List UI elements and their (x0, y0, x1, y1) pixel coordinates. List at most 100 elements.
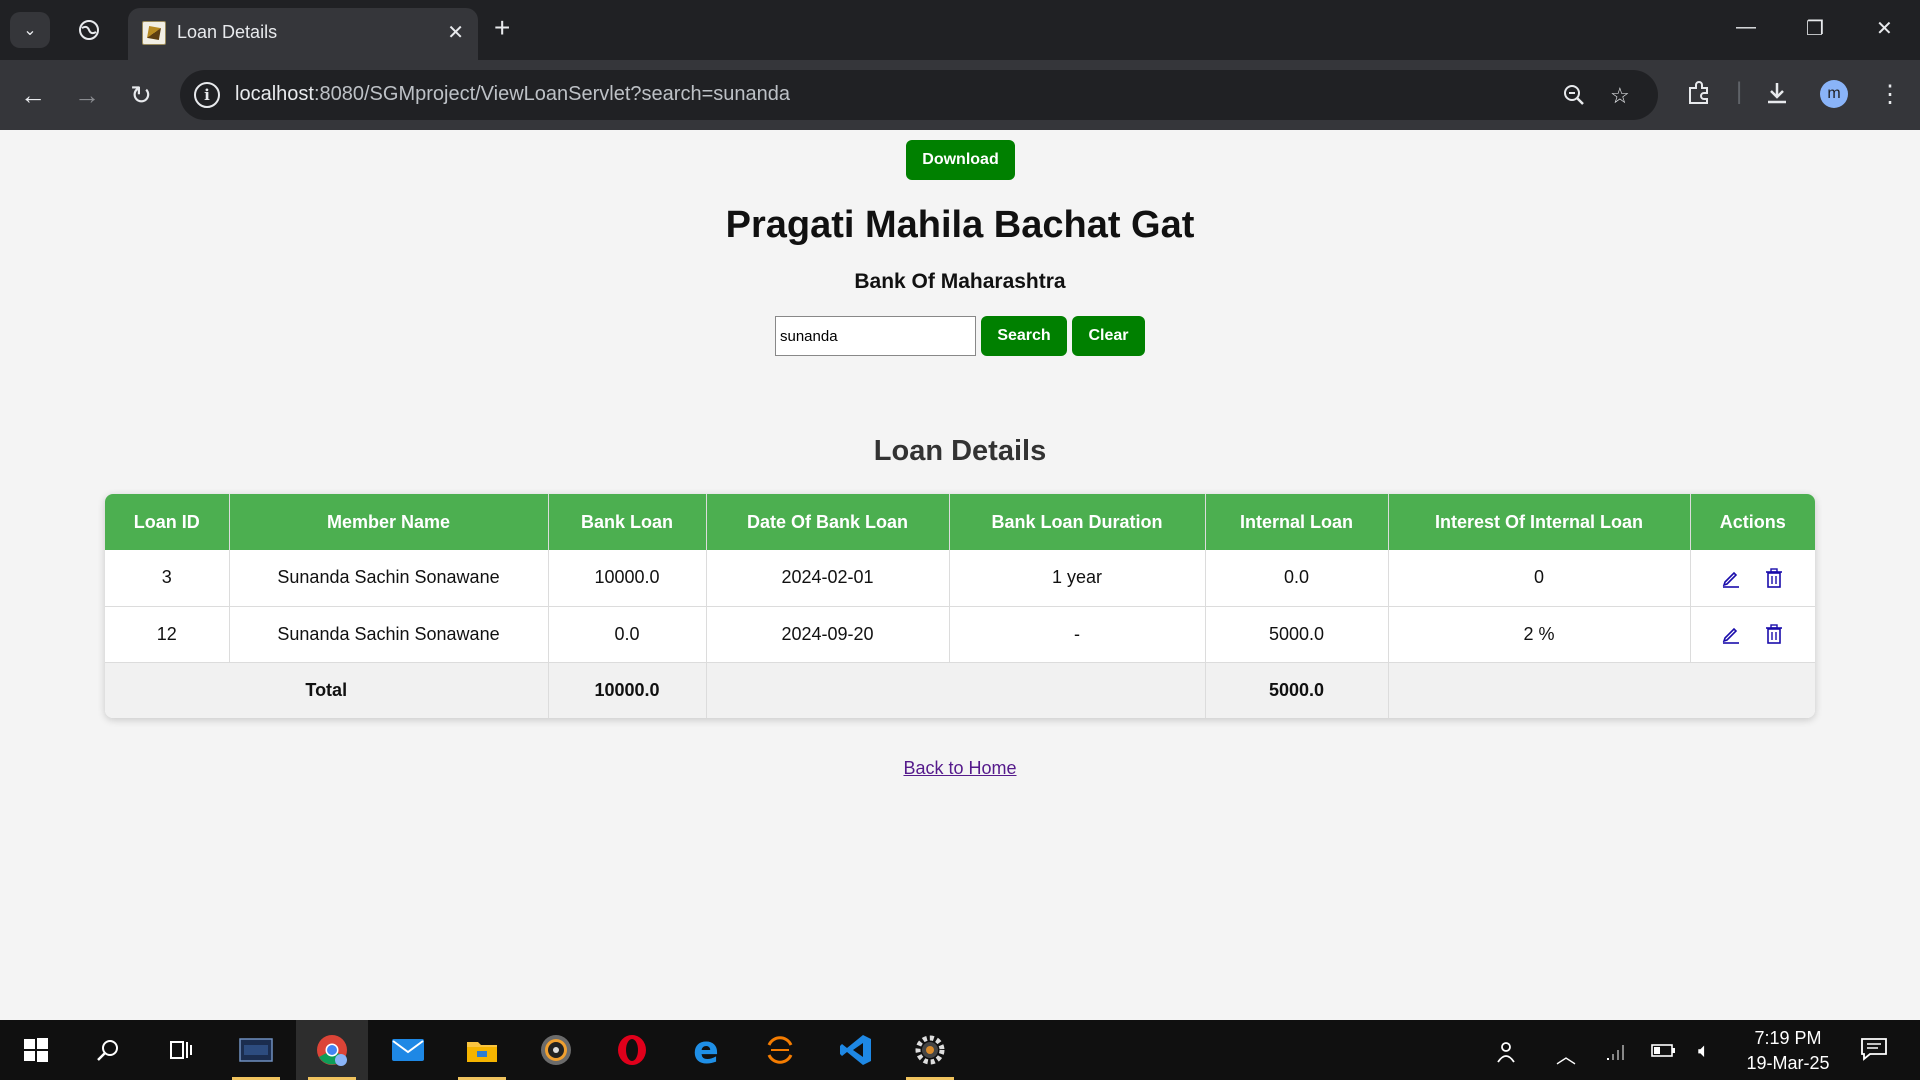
profile-avatar[interactable]: m (1820, 80, 1848, 108)
tab-title: Loan Details (177, 22, 278, 42)
delete-trash-icon[interactable] (1763, 567, 1785, 589)
total-row: Total 10000.0 5000.0 (105, 662, 1815, 718)
windows-start-icon[interactable] (0, 1020, 72, 1080)
edge-legacy-icon[interactable]: e (670, 1020, 742, 1080)
internal-loan-cell: 0.0 (1205, 550, 1389, 607)
total-bank-loan: 10000.0 (548, 662, 707, 718)
total-empty-cell (706, 662, 1206, 718)
battery-icon[interactable] (1650, 1040, 1676, 1066)
bank-loan-cell: 10000.0 (548, 550, 707, 607)
address-bar[interactable]: i localhost:8080/SGMproject/ViewLoanServ… (180, 70, 1658, 120)
browser-tab-bar: ⌄ Loan Details ✕ + — ❐ ✕ (0, 0, 1920, 60)
edit-pencil-icon[interactable] (1720, 623, 1742, 645)
download-button[interactable]: Download (906, 140, 1015, 180)
menu-kebab-icon[interactable]: ⋮ (1878, 80, 1902, 109)
url-text[interactable]: localhost:8080/SGMproject/ViewLoanServle… (235, 83, 790, 106)
edge-glyph: e (693, 1028, 719, 1072)
total-label: Total (105, 662, 549, 718)
table-row: 12 Sunanda Sachin Sonawane 0.0 2024-09-2… (105, 606, 1815, 663)
search-button[interactable]: Search (981, 316, 1067, 356)
member-name-cell: Sunanda Sachin Sonawane (229, 550, 549, 607)
member-name-cell: Sunanda Sachin Sonawane (229, 606, 549, 663)
actions-cell (1690, 606, 1815, 663)
site-info-icon[interactable]: i (194, 82, 220, 108)
forward-arrow-icon[interactable]: → (70, 78, 104, 112)
bank-loan-duration-cell: - (949, 606, 1206, 663)
internal-interest-cell: 2 % (1388, 606, 1691, 663)
media-player-icon[interactable] (520, 1020, 592, 1080)
clear-button[interactable]: Clear (1072, 316, 1145, 356)
chrome-app-icon[interactable] (296, 1020, 368, 1080)
delete-trash-icon[interactable] (1763, 623, 1785, 645)
close-window-icon[interactable]: ✕ (1876, 16, 1893, 41)
total-internal-loan: 5000.0 (1205, 662, 1389, 718)
search-icon[interactable] (72, 1020, 144, 1080)
toolbar-divider: | (1736, 78, 1743, 105)
actions-cell (1690, 550, 1815, 607)
settings-gear-app-icon[interactable] (894, 1020, 966, 1080)
clock-time: 7:19 PM (1754, 1028, 1822, 1048)
zoom-icon[interactable] (1562, 83, 1586, 113)
reload-icon[interactable]: ↻ (124, 78, 158, 112)
clock-date: 19-Mar-25 (1746, 1053, 1830, 1073)
table-header-row: Loan ID Member Name Bank Loan Date Of Ba… (105, 494, 1815, 550)
volume-icon[interactable]: 🔈︎ (1698, 1040, 1710, 1063)
column-header: Bank Loan (548, 494, 707, 550)
mysql-app-icon[interactable] (220, 1020, 292, 1080)
total-empty-cell (1388, 662, 1815, 718)
notification-center-icon[interactable] (1860, 1036, 1888, 1069)
column-header: Member Name (229, 494, 549, 550)
system-clock[interactable]: 7:19 PM 19-Mar-25 (1740, 1026, 1836, 1076)
column-header: Date Of Bank Loan (706, 494, 950, 550)
bank-loan-cell: 0.0 (548, 606, 707, 663)
column-header: Bank Loan Duration (949, 494, 1206, 550)
minimize-icon[interactable]: — (1736, 16, 1756, 39)
bank-loan-date-cell: 2024-02-01 (706, 550, 950, 607)
loan-id-cell: 3 (105, 550, 230, 607)
site-favicon-icon (142, 21, 166, 45)
internal-loan-cell: 5000.0 (1205, 606, 1389, 663)
wifi-icon[interactable] (1604, 1040, 1628, 1068)
browser-tab-active[interactable]: Loan Details ✕ (128, 8, 478, 60)
column-header: Loan ID (105, 494, 230, 550)
task-view-icon[interactable] (144, 1020, 216, 1080)
back-to-home-link[interactable]: Back to Home (903, 758, 1016, 778)
taskbar: e ︿ 🔈︎ 7:19 PM 19-Mar-25 (0, 1020, 1920, 1080)
chevron-up-icon[interactable]: ︿ (1556, 1040, 1576, 1069)
url-path: :8080/SGMproject/ViewLoanServlet?search=… (313, 83, 790, 105)
internal-interest-cell: 0 (1388, 550, 1691, 607)
back-link-wrap: Back to Home (0, 758, 1920, 779)
group-title: Pragati Mahila Bachat Gat (725, 204, 1195, 246)
search-input[interactable] (775, 316, 976, 356)
tab-close-icon[interactable]: ✕ (447, 20, 464, 45)
url-host: localhost (235, 83, 314, 105)
download-icon[interactable] (1764, 80, 1790, 113)
file-explorer-icon[interactable] (446, 1020, 518, 1080)
restore-icon[interactable]: ❐ (1806, 16, 1824, 41)
column-header: Interest Of Internal Loan (1388, 494, 1691, 550)
edit-pencil-icon[interactable] (1720, 567, 1742, 589)
new-tab-icon[interactable]: + (494, 14, 510, 42)
bank-loan-duration-cell: 1 year (949, 550, 1206, 607)
extensions-icon[interactable] (1686, 80, 1712, 113)
page-content: Download Pragati Mahila Bachat Gat Bank … (0, 130, 1920, 1020)
browser-toolbar: ← → ↻ i localhost:8080/SGMproject/ViewLo… (0, 60, 1920, 130)
table-row: 3 Sunanda Sachin Sonawane 10000.0 2024-0… (105, 550, 1815, 607)
mail-app-icon[interactable] (372, 1020, 444, 1080)
eclipse-app-icon[interactable] (744, 1020, 816, 1080)
bookmark-star-icon[interactable]: ☆ (1610, 83, 1630, 109)
column-header: Internal Loan (1205, 494, 1389, 550)
people-icon[interactable] (1494, 1040, 1518, 1070)
bank-name: Bank Of Maharashtra (854, 270, 1066, 293)
tab-search-chevron-icon[interactable]: ⌄ (10, 12, 50, 48)
loan-table: Loan ID Member Name Bank Loan Date Of Ba… (105, 494, 1815, 718)
loan-table-container: Loan ID Member Name Bank Loan Date Of Ba… (105, 494, 1815, 718)
loan-id-cell: 12 (105, 606, 230, 663)
column-header: Actions (1690, 494, 1815, 550)
back-arrow-icon[interactable]: ← (16, 78, 50, 112)
globe-icon[interactable] (76, 17, 102, 43)
vscode-app-icon[interactable] (820, 1020, 892, 1080)
opera-app-icon[interactable] (596, 1020, 668, 1080)
bank-loan-date-cell: 2024-09-20 (706, 606, 950, 663)
section-title: Loan Details (873, 435, 1047, 467)
